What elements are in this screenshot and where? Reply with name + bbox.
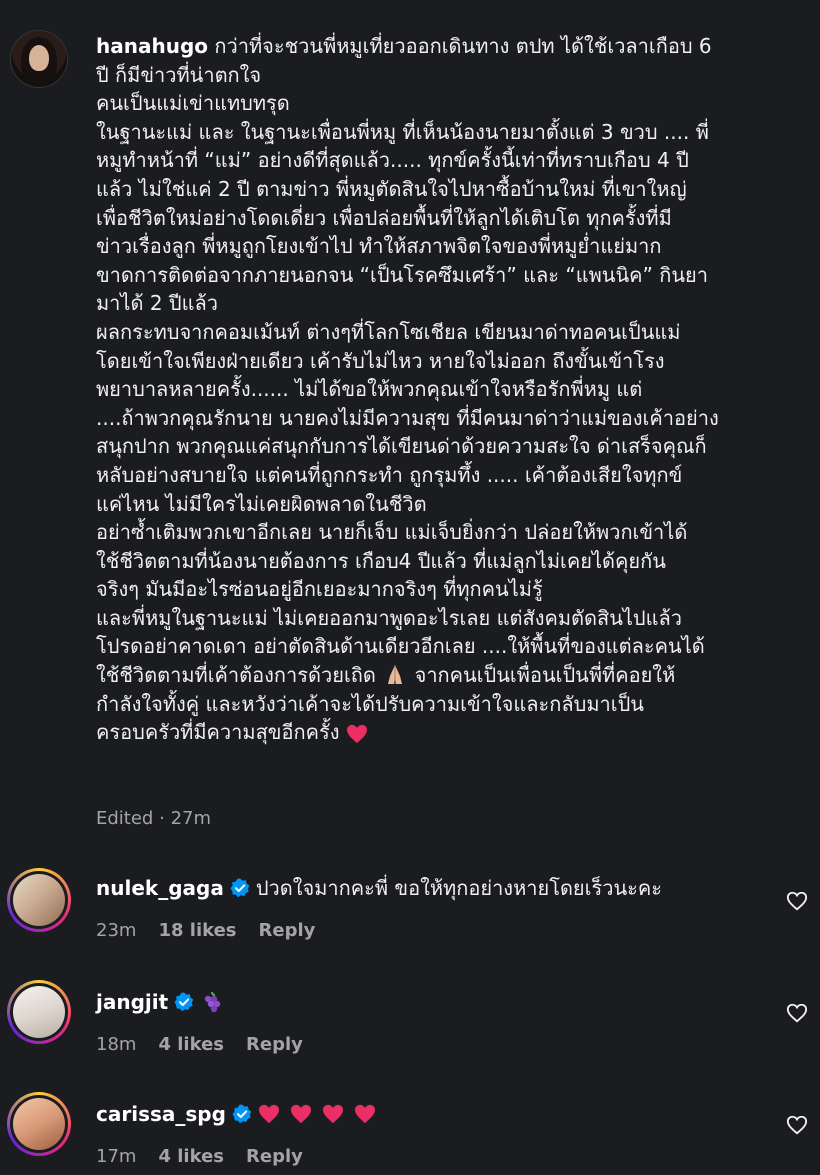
timestamp: 17m <box>96 1146 137 1167</box>
list-item: carissa_spg 17m 4 likes Reply <box>0 1090 820 1175</box>
comment-line: ครอบครัวที่มีความสุขอีกครั้ง <box>96 718 786 747</box>
heart-emoji-icon <box>258 1104 279 1124</box>
comment-line: ปี ก็มีข่าวที่น่าตกใจ <box>96 62 262 87</box>
heart-emoji-icon <box>322 1104 343 1124</box>
folded-hands-icon <box>388 665 403 685</box>
comment-line: จริงๆ มันมีอะไรซ่อนอยู่อีกเยอะมากจริงๆ ท… <box>96 577 543 602</box>
comment-line: ในฐานะแม่ และ ในฐานะเพื่อนพี่หมู ที่เห็น… <box>96 119 709 144</box>
timestamp: 23m <box>96 920 137 941</box>
comment-line: พยาบาลหลายครั้ง...... ไม่ได้ขอให้พวกคุณเ… <box>96 377 643 402</box>
comment-meta: Edited · 27m <box>96 808 211 829</box>
comment-line: ผลกระทบจากคอมเม้นท์ ต่างๆที่โลกโซเชียล เ… <box>96 319 681 344</box>
avatar[interactable] <box>10 30 68 88</box>
like-heart-icon[interactable] <box>786 890 808 912</box>
list-item: jangjit 18m 4 likes Reply <box>0 978 820 1088</box>
comment-body: hanahugo กว่าที่จะชวนพี่หมูเที่ยวออกเดิน… <box>96 32 786 747</box>
comment-meta: 17m 4 likes Reply <box>96 1146 325 1167</box>
verified-badge-icon <box>232 1104 252 1124</box>
comment-line: กำลังใจทั้งคู่ และหวังว่าเค้าจะได้ปรับคว… <box>96 691 644 716</box>
edited-label: Edited <box>96 808 154 829</box>
reply-button[interactable]: Reply <box>246 1034 303 1055</box>
comment-line: แค่ไหน ไม่มีใครไม่เคยผิดพลาดในชีวิต <box>96 491 427 516</box>
comment-line: โปรดอย่าคาดเดา อย่าตัดสินด้านเดียวอีกเลย… <box>96 634 705 659</box>
comment-line: หลับอย่างสบายใจ แต่คนที่ถูกกระทำ ถูกรุมท… <box>96 462 683 487</box>
comment-line: อย่าซ้ำเติมพวกเขาอีกเลย นายก็เจ็บ แม่เจ็… <box>96 520 688 545</box>
comment-meta: 23m 18 likes Reply <box>96 920 337 941</box>
likes-count[interactable]: 4 likes <box>158 1146 224 1167</box>
comment-line: ใช้ชีวิตตามที่เค้าต้องการด้วยเถิด จากคนเ… <box>96 663 676 688</box>
comment-line: หมูทำหน้าที่ “แม่” อย่างดีที่สุดแล้ว....… <box>96 148 689 173</box>
comment-text: ปวดใจมากคะพี่ ขอให้ทุกอย่างหายโดยเร็วนะค… <box>255 876 662 900</box>
avatar[interactable] <box>7 868 71 932</box>
username[interactable]: hanahugo <box>96 34 208 58</box>
verified-badge-icon <box>174 992 194 1012</box>
grapes-icon <box>204 991 221 1013</box>
comment-line: แล้ว ไม่ใช่แค่ 2 ปี ตามข่าว พี่หมูตัดสิน… <box>96 176 687 201</box>
heart-emoji-icon <box>290 1104 311 1124</box>
meta-separator: · <box>159 808 165 829</box>
comment-line: ....ถ้าพวกคุณรักนาย นายคงไม่มีความสุข ที… <box>96 405 719 430</box>
timestamp: 18m <box>96 1034 137 1055</box>
comment-line: hanahugo กว่าที่จะชวนพี่หมูเที่ยวออกเดิน… <box>96 34 712 58</box>
comment-meta: 18m 4 likes Reply <box>96 1034 325 1055</box>
username[interactable]: jangjit <box>96 988 168 1016</box>
comment-line: ใช้ชีวิตตามที่น้องนายต้องการ เกือบ4 ปีแล… <box>96 548 666 573</box>
verified-badge-icon <box>230 878 250 898</box>
avatar[interactable] <box>7 980 71 1044</box>
reply-button[interactable]: Reply <box>259 920 316 941</box>
comment-line: สนุกปาก พวกคุณแค่สนุกกับการได้เขียนด่าด้… <box>96 434 707 459</box>
timestamp: 27m <box>170 808 212 829</box>
comment-line: โดยเข้าใจเพียงฝ่ายเดียว เค้ารับไม่ไหว หา… <box>96 348 665 373</box>
heart-emoji-icon <box>354 1104 375 1124</box>
username[interactable]: carissa_spg <box>96 1100 226 1128</box>
heart-emoji-icon <box>346 724 367 743</box>
comment-line: ข่าวเรื่องลูก พี่หมูถูกโยงเข้าไป ทำให้สภ… <box>96 234 662 259</box>
comment-line: และพี่หมูในฐานะแม่ ไม่เคยออกมาพูดอะไรเลย… <box>96 605 683 630</box>
username[interactable]: nulek_gaga <box>96 874 224 902</box>
comment-line: ขาดการติดต่อจากภายนอกจน “เป็นโรคซึมเศร้า… <box>96 262 708 287</box>
list-item: nulek_gaga ปวดใจมากคะพี่ ขอให้ทุกอย่างหา… <box>0 866 820 976</box>
likes-count[interactable]: 18 likes <box>158 920 236 941</box>
reply-button[interactable]: Reply <box>246 1146 303 1167</box>
like-heart-icon[interactable] <box>786 1114 808 1136</box>
like-heart-icon[interactable] <box>786 1002 808 1024</box>
comments-page: hanahugo กว่าที่จะชวนพี่หมูเที่ยวออกเดิน… <box>0 0 820 1175</box>
comment-line: มาได้ 2 ปีแล้ว <box>96 291 218 316</box>
comment-line: เพื่อชีวิตใหม่อย่างโดดเดี่ยว เพื่อปล่อยพ… <box>96 205 672 230</box>
avatar[interactable] <box>7 1092 71 1156</box>
comment-line: คนเป็นแม่เข่าแทบทรุด <box>96 91 290 116</box>
likes-count[interactable]: 4 likes <box>158 1034 224 1055</box>
